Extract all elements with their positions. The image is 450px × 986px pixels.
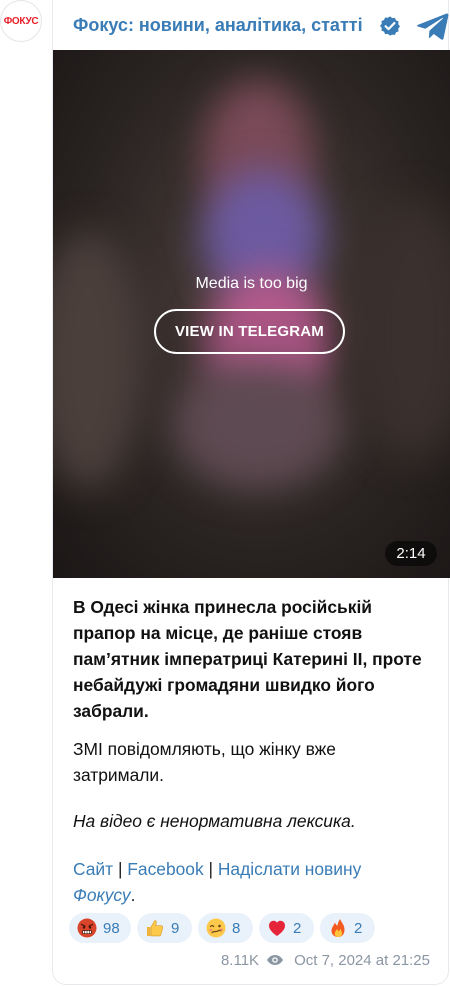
post-card: Фокус: новини, аналітика, статті Media i…	[52, 0, 450, 985]
reaction-woozy[interactable]: 8	[198, 913, 253, 943]
telegram-icon[interactable]	[417, 12, 449, 40]
angry-face-icon	[77, 918, 97, 938]
blur-shape	[53, 230, 143, 490]
link-separator: |	[203, 859, 218, 879]
link-period: .	[130, 885, 136, 905]
view-in-telegram-button[interactable]: VIEW IN TELEGRAM	[154, 309, 345, 354]
post-paragraph-2: ЗМІ повідомляють, що жінку вже затримали…	[73, 739, 336, 785]
heart-icon	[269, 920, 285, 936]
fire-icon	[331, 919, 345, 937]
facebook-link[interactable]: Facebook	[127, 859, 203, 879]
reaction-count: 8	[232, 919, 241, 937]
post-paragraph-3: На відео є ненормативна лексика.	[73, 811, 356, 831]
woozy-face-icon	[206, 918, 226, 938]
post-timestamp[interactable]: Oct 7, 2024 at 21:25	[294, 952, 430, 969]
video-preview[interactable]: Media is too big VIEW IN TELEGRAM 2:14	[53, 50, 450, 578]
channel-avatar[interactable]: ФОКУС	[0, 0, 42, 42]
fokusu-link[interactable]: Фокусу	[73, 885, 131, 905]
post-links: Сайт | Facebook | Надіслати новину Фокусу…	[73, 856, 430, 908]
media-too-big-label: Media is too big	[195, 275, 308, 292]
view-count: 8.11K	[220, 951, 260, 969]
reaction-count: 98	[103, 919, 120, 937]
post-header: Фокус: новини, аналітика, статті	[73, 13, 449, 40]
reaction-heart[interactable]: 2	[259, 913, 314, 943]
reaction-count: 2	[293, 919, 302, 937]
reaction-count: 2	[354, 919, 363, 937]
eye-icon	[267, 955, 284, 965]
blur-shape	[353, 200, 450, 460]
post-footer: 8.11K Oct 7, 2024 at 21:25	[221, 950, 430, 970]
reaction-fire[interactable]: 2	[320, 913, 375, 943]
reaction-angry[interactable]: 98	[69, 913, 131, 943]
post-paragraph-1: В Одесі жінка принесла російській прапор…	[73, 597, 422, 721]
reaction-count: 9	[171, 919, 180, 937]
site-link[interactable]: Сайт	[73, 859, 113, 879]
link-separator: |	[113, 859, 128, 879]
channel-name-link[interactable]: Фокус: новини, аналітика, статті	[73, 15, 363, 36]
send-news-link[interactable]: Надіслати новину	[218, 859, 361, 879]
blur-shape	[173, 360, 343, 490]
avatar-logo-text: ФОКУС	[3, 15, 39, 27]
verified-badge-icon	[380, 16, 400, 36]
reaction-thumbs-up[interactable]: 9	[137, 913, 192, 943]
video-duration-badge: 2:14	[385, 541, 437, 566]
thumbs-up-icon	[147, 920, 164, 937]
